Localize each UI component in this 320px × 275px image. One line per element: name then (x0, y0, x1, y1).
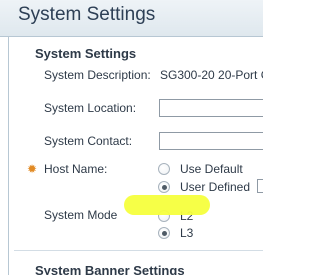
radio-label: L3 (180, 226, 194, 240)
system-location-input[interactable] (159, 99, 263, 117)
required-icon: ✹ (27, 162, 38, 176)
section-title-system-settings: System Settings (35, 46, 137, 61)
window: System Settings System Settings System D… (0, 0, 263, 275)
system-mode-label: System Mode (44, 208, 118, 222)
host-name-option-use-default[interactable]: Use Default (158, 160, 243, 178)
radio-button[interactable] (158, 163, 170, 175)
page-title: System Settings (18, 4, 156, 25)
system-contact-label: System Contact: (44, 134, 133, 148)
highlight-marker (124, 195, 210, 215)
radio-label: User Defined (180, 180, 251, 194)
system-mode-option-l3[interactable]: L3 (158, 224, 193, 242)
host-name-input[interactable] (257, 179, 263, 193)
system-description-label: System Description: (44, 68, 151, 82)
radio-button-selected[interactable] (158, 181, 170, 193)
system-location-label: System Location: (44, 101, 137, 115)
radio-button-selected[interactable] (158, 227, 170, 239)
title-bar: System Settings (0, 0, 263, 37)
system-contact-input[interactable] (159, 132, 263, 150)
host-name-label: Host Name: (44, 162, 108, 176)
host-name-option-user-defined[interactable]: User Defined (158, 178, 250, 196)
radio-label: Use Default (180, 162, 243, 176)
section-divider (14, 250, 263, 251)
system-description-value: SG300-20 20-Port Gigabit (160, 68, 263, 82)
section-title-banner-settings: System Banner Settings (35, 263, 185, 275)
